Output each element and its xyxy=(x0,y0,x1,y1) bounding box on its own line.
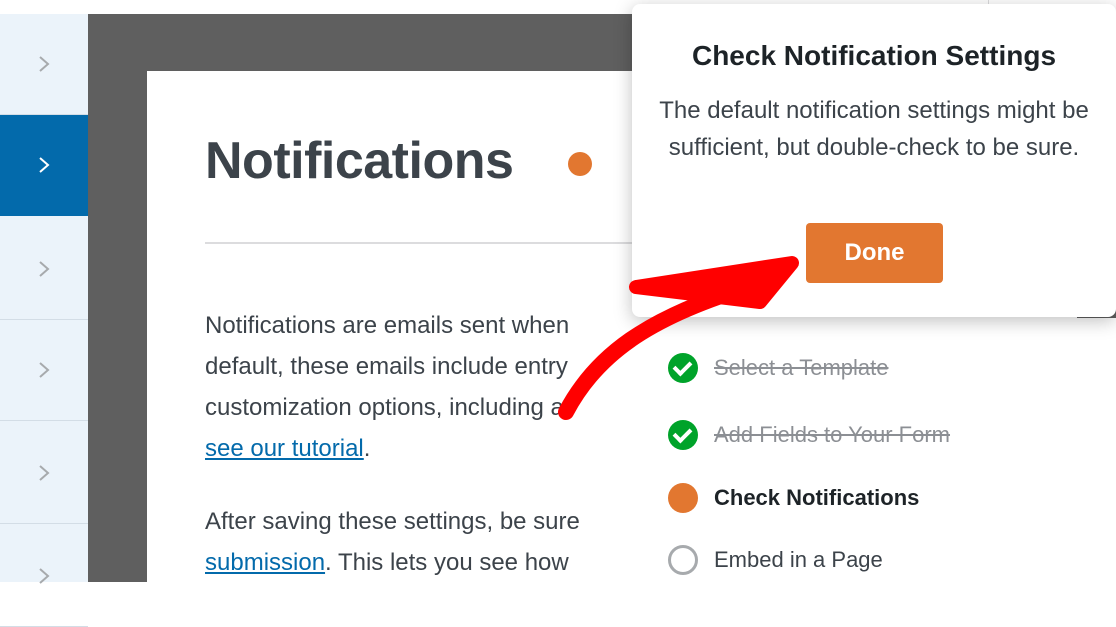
chevron-right-icon xyxy=(39,56,50,72)
intro-line-2: default, these emails include entry xyxy=(205,353,568,380)
sidebar-item-3[interactable] xyxy=(0,219,88,320)
intro-line-3: customization options, including a xyxy=(205,394,564,421)
checklist-item-label: Select a Template xyxy=(714,355,889,380)
check-circle-icon xyxy=(668,420,698,450)
chevron-right-icon xyxy=(39,568,50,584)
popover-title: Check Notification Settings xyxy=(691,40,1057,71)
saving-line-1: After saving these settings, be sure xyxy=(205,508,580,535)
checklist-item-add-fields[interactable]: Add Fields to Your Form xyxy=(668,419,950,451)
checklist-item-label: Check Notifications xyxy=(714,485,920,510)
sidebar-item-6[interactable] xyxy=(0,526,88,627)
chevron-right-icon xyxy=(39,465,50,481)
chevron-right-icon xyxy=(39,157,50,173)
intro-paragraph: Notifications are emails sent when defau… xyxy=(205,305,635,469)
sidebar-item-1[interactable] xyxy=(0,14,88,115)
setup-checklist: Select a Template Add Fields to Your For… xyxy=(632,318,1116,582)
checklist-item-select-template[interactable]: Select a Template xyxy=(668,352,888,384)
checklist-item-label: Add Fields to Your Form xyxy=(714,422,951,447)
orange-dot-icon xyxy=(668,483,698,513)
intro-period: . xyxy=(363,435,371,462)
tutorial-link[interactable]: see our tutorial xyxy=(205,435,364,462)
tour-popover: Check Notification Settings The default … xyxy=(632,4,1116,317)
submission-link[interactable]: submission xyxy=(205,549,325,576)
chevron-right-icon xyxy=(39,261,50,277)
orange-dot-icon xyxy=(568,152,592,176)
checklist-item-embed[interactable]: Embed in a Page xyxy=(668,544,883,576)
popover-body: The default notification settings might … xyxy=(659,97,1089,161)
sidebar-item-notifications[interactable] xyxy=(0,115,88,216)
chevron-right-icon xyxy=(39,362,50,378)
empty-circle-icon xyxy=(668,545,698,575)
sidebar xyxy=(0,14,88,627)
title-divider xyxy=(205,242,645,244)
intro-line-1: Notifications are emails sent when xyxy=(205,312,570,339)
saving-paragraph: After saving these settings, be sure sub… xyxy=(205,501,635,583)
checklist-item-label: Embed in a Page xyxy=(714,547,883,572)
check-circle-icon xyxy=(668,353,698,383)
saving-line-2-rest: . This lets you see how xyxy=(325,549,569,576)
done-button[interactable]: Done xyxy=(806,223,943,283)
page-title: Notifications xyxy=(205,132,514,190)
checklist-item-check-notifications[interactable]: Check Notifications xyxy=(668,482,919,514)
sidebar-item-5[interactable] xyxy=(0,423,88,524)
sidebar-item-4[interactable] xyxy=(0,320,88,421)
